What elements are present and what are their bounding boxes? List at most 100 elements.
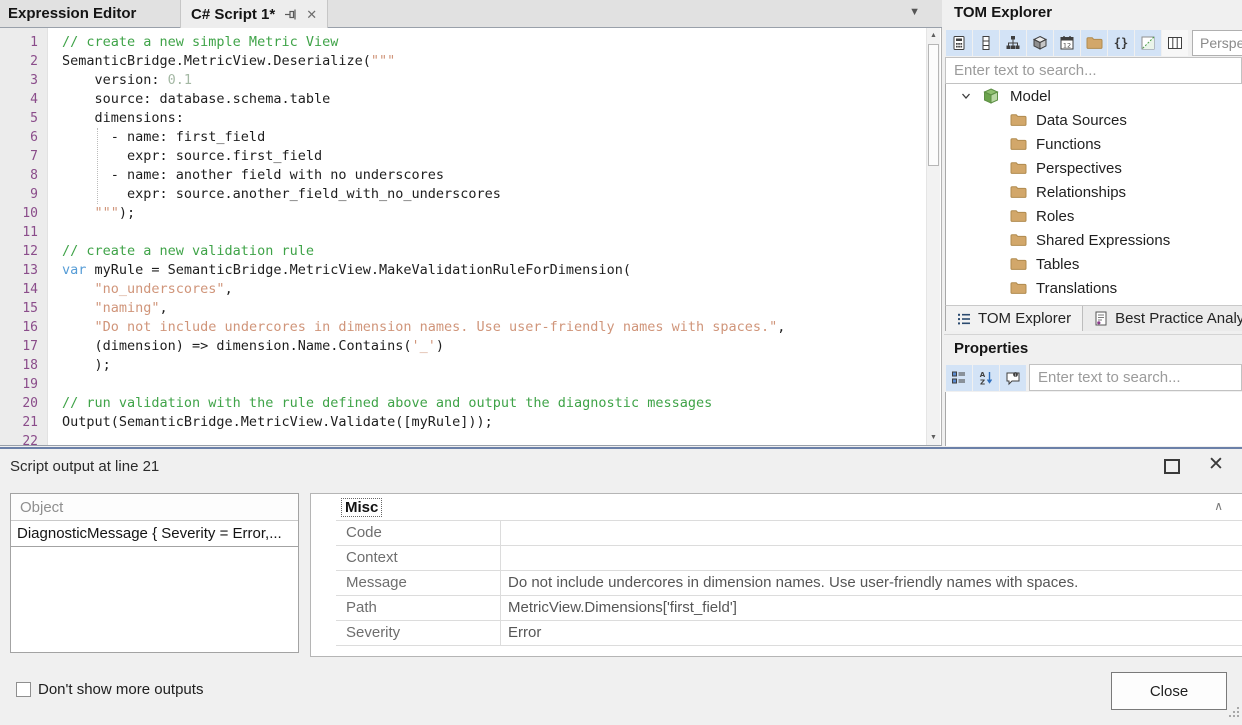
- code-editor[interactable]: 1// create a new simple Metric View2Sema…: [0, 28, 942, 446]
- property-row-severity[interactable]: SeverityError: [336, 621, 1242, 646]
- tree-item-tables[interactable]: Tables: [946, 252, 1242, 276]
- property-value[interactable]: MetricView.Dimensions['first_field']: [501, 596, 1242, 620]
- script-output-dialog: Script output at line 21 ✕ Object Diagno…: [0, 447, 1242, 725]
- code-text: """);: [62, 204, 135, 223]
- line-number: 14: [0, 280, 48, 299]
- property-value[interactable]: [501, 521, 1242, 545]
- dont-show-more-outputs[interactable]: Don't show more outputs: [16, 681, 203, 698]
- code-text: Output(SemanticBridge.MetricView.Validat…: [62, 413, 493, 432]
- property-value[interactable]: Do not include undercores in dimension n…: [501, 571, 1242, 595]
- braces-icon[interactable]: {}: [1108, 30, 1134, 56]
- tree-item-relationships[interactable]: Relationships: [946, 180, 1242, 204]
- code-line-14[interactable]: 14 "no_underscores",: [0, 280, 941, 299]
- editor-pane: Expression Editor C# Script 1* ✕ ▼ 1// c…: [0, 0, 942, 446]
- code-line-18[interactable]: 18 );: [0, 356, 941, 375]
- tree-item-perspectives[interactable]: Perspectives: [946, 156, 1242, 180]
- property-description-icon[interactable]: i: [1000, 365, 1026, 391]
- folder-icon: [1010, 113, 1027, 127]
- property-row-path[interactable]: PathMetricView.Dimensions['first_field']: [336, 596, 1242, 621]
- code-line-4[interactable]: 4 source: database.schema.table: [0, 90, 941, 109]
- code-line-19[interactable]: 19: [0, 375, 941, 394]
- code-line-16[interactable]: 16 "Do not include undercores in dimensi…: [0, 318, 941, 337]
- line-number: 20: [0, 394, 48, 413]
- tab-best-practice-analyzer[interactable]: Best Practice Analyz: [1083, 306, 1242, 331]
- tom-search-input[interactable]: [945, 57, 1242, 84]
- chevron-down-icon[interactable]: [960, 90, 972, 102]
- code-line-3[interactable]: 3 version: 0.1: [0, 71, 941, 90]
- tree-children: Data Sources Functions Perspectives Relatio…: [946, 108, 1242, 300]
- hierarchy-icon[interactable]: [1000, 30, 1026, 56]
- maximize-icon[interactable]: [1164, 459, 1180, 474]
- code-line-21[interactable]: 21Output(SemanticBridge.MetricView.Valid…: [0, 413, 941, 432]
- code-line-7[interactable]: 7 expr: source.first_field: [0, 147, 941, 166]
- code-line-6[interactable]: 6 - name: first_field: [0, 128, 941, 147]
- code-line-10[interactable]: 10 """);: [0, 204, 941, 223]
- cube-icon[interactable]: [1027, 30, 1053, 56]
- tree-item-roles[interactable]: Roles: [946, 204, 1242, 228]
- properties-search-input[interactable]: [1029, 364, 1242, 391]
- calendar-icon[interactable]: 12: [1054, 30, 1080, 56]
- resize-grip-icon[interactable]: [1226, 704, 1241, 724]
- code-line-5[interactable]: 5 dimensions:: [0, 109, 941, 128]
- category-label: Misc: [341, 498, 382, 517]
- line-number: 17: [0, 337, 48, 356]
- diagnostic-property-grid: Misc ∧ CodeContextMessageDo not include …: [310, 493, 1242, 657]
- scroll-down-icon[interactable]: ▼: [927, 430, 940, 445]
- tree-item-translations[interactable]: Translations: [946, 276, 1242, 300]
- code-line-2[interactable]: 2SemanticBridge.MetricView.Deserialize("…: [0, 52, 941, 71]
- line-number: 18: [0, 356, 48, 375]
- line-number: 6: [0, 128, 48, 147]
- checkbox-unchecked[interactable]: [16, 682, 31, 697]
- property-row-code[interactable]: Code: [336, 521, 1242, 546]
- property-row-context[interactable]: Context: [336, 546, 1242, 571]
- object-list-item[interactable]: DiagnosticMessage { Severity = Error,...: [11, 521, 298, 547]
- scroll-up-icon[interactable]: ▲: [927, 28, 940, 43]
- property-value[interactable]: [501, 546, 1242, 570]
- tab-tom-explorer[interactable]: TOM Explorer: [946, 306, 1083, 331]
- editor-vertical-scrollbar[interactable]: ▲ ▼: [926, 28, 940, 445]
- code-line-11[interactable]: 11: [0, 223, 941, 242]
- code-text: - name: first_field: [62, 128, 265, 147]
- panel-divider[interactable]: [944, 334, 1242, 335]
- property-label: Code: [336, 521, 501, 545]
- folder-icon[interactable]: [1081, 30, 1107, 56]
- partition-icon[interactable]: [1135, 30, 1161, 56]
- categorized-icon[interactable]: [946, 365, 972, 391]
- code-line-8[interactable]: 8 - name: another field with no undersco…: [0, 166, 941, 185]
- pin-icon[interactable]: [284, 8, 297, 21]
- table-columns-icon[interactable]: [1162, 30, 1188, 56]
- property-category-misc[interactable]: Misc ∧: [311, 494, 1242, 521]
- tree-item-data-sources[interactable]: Data Sources: [946, 108, 1242, 132]
- tree-item-functions[interactable]: Functions: [946, 132, 1242, 156]
- tree-item-label: Functions: [1036, 136, 1101, 153]
- code-line-15[interactable]: 15 "naming",: [0, 299, 941, 318]
- tree-item-model[interactable]: Model: [946, 84, 1242, 108]
- measure-icon[interactable]: [946, 30, 972, 56]
- code-line-20[interactable]: 20// run validation with the rule define…: [0, 394, 941, 413]
- collapse-icon[interactable]: ∧: [1214, 499, 1223, 513]
- close-button[interactable]: Close: [1111, 672, 1227, 710]
- property-row-message[interactable]: MessageDo not include undercores in dime…: [336, 571, 1242, 596]
- tree-item-label: Shared Expressions: [1036, 232, 1170, 249]
- code-line-13[interactable]: 13var myRule = SemanticBridge.MetricView…: [0, 261, 941, 280]
- line-number: 4: [0, 90, 48, 109]
- tree-item-label: Perspectives: [1036, 160, 1122, 177]
- column-icon[interactable]: [973, 30, 999, 56]
- sort-alphabetical-icon[interactable]: AZ: [973, 365, 999, 391]
- tab-list-dropdown-icon[interactable]: ▼: [909, 6, 920, 18]
- code-line-17[interactable]: 17 (dimension) => dimension.Name.Contain…: [0, 337, 941, 356]
- code-text: SemanticBridge.MetricView.Deserialize(""…: [62, 52, 395, 71]
- line-number: 22: [0, 432, 48, 446]
- property-value[interactable]: Error: [501, 621, 1242, 645]
- code-line-12[interactable]: 12// create a new validation rule: [0, 242, 941, 261]
- code-line-1[interactable]: 1// create a new simple Metric View: [0, 33, 941, 52]
- tom-bottom-tabstrip: TOM Explorer Best Practice Analyz: [945, 305, 1242, 331]
- tree-item-shared-expressions[interactable]: Shared Expressions: [946, 228, 1242, 252]
- close-icon[interactable]: ✕: [1208, 453, 1224, 476]
- tab-csharp-script[interactable]: C# Script 1* ✕: [180, 0, 328, 28]
- scrollbar-thumb[interactable]: [928, 44, 939, 166]
- close-icon[interactable]: ✕: [306, 8, 317, 21]
- perspective-combobox[interactable]: Perspe.: [1192, 30, 1242, 56]
- code-line-9[interactable]: 9 expr: source.another_field_with_no_und…: [0, 185, 941, 204]
- code-line-22[interactable]: 22: [0, 432, 941, 446]
